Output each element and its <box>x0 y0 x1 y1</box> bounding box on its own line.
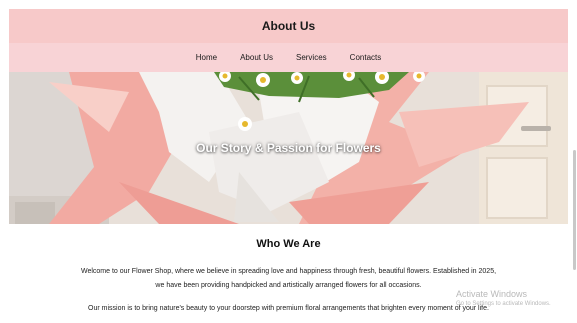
watermark-subtitle: Go to Settings to activate Windows. <box>456 301 551 307</box>
vertical-scrollbar[interactable] <box>573 150 576 270</box>
nav-link-contacts[interactable]: Contacts <box>350 53 382 62</box>
hero-banner: Our Story & Passion for Flowers <box>9 72 568 224</box>
nav-link-services[interactable]: Services <box>296 53 327 62</box>
page-header: About Us <box>9 9 568 43</box>
section-heading: Who We Are <box>256 238 321 250</box>
hero-title: Our Story & Passion for Flowers <box>196 141 381 155</box>
activate-windows-watermark: Activate Windows Go to Settings to activ… <box>456 289 566 307</box>
about-paragraph-line: Welcome to our Flower Shop, where we bel… <box>80 268 497 275</box>
page: About Us Home About Us Services Contacts <box>0 0 577 323</box>
main-nav: Home About Us Services Contacts <box>9 43 568 72</box>
watermark-title: Activate Windows <box>456 289 528 299</box>
nav-link-about-us[interactable]: About Us <box>240 53 273 62</box>
page-title: About Us <box>261 19 316 33</box>
nav-link-home[interactable]: Home <box>196 53 217 62</box>
